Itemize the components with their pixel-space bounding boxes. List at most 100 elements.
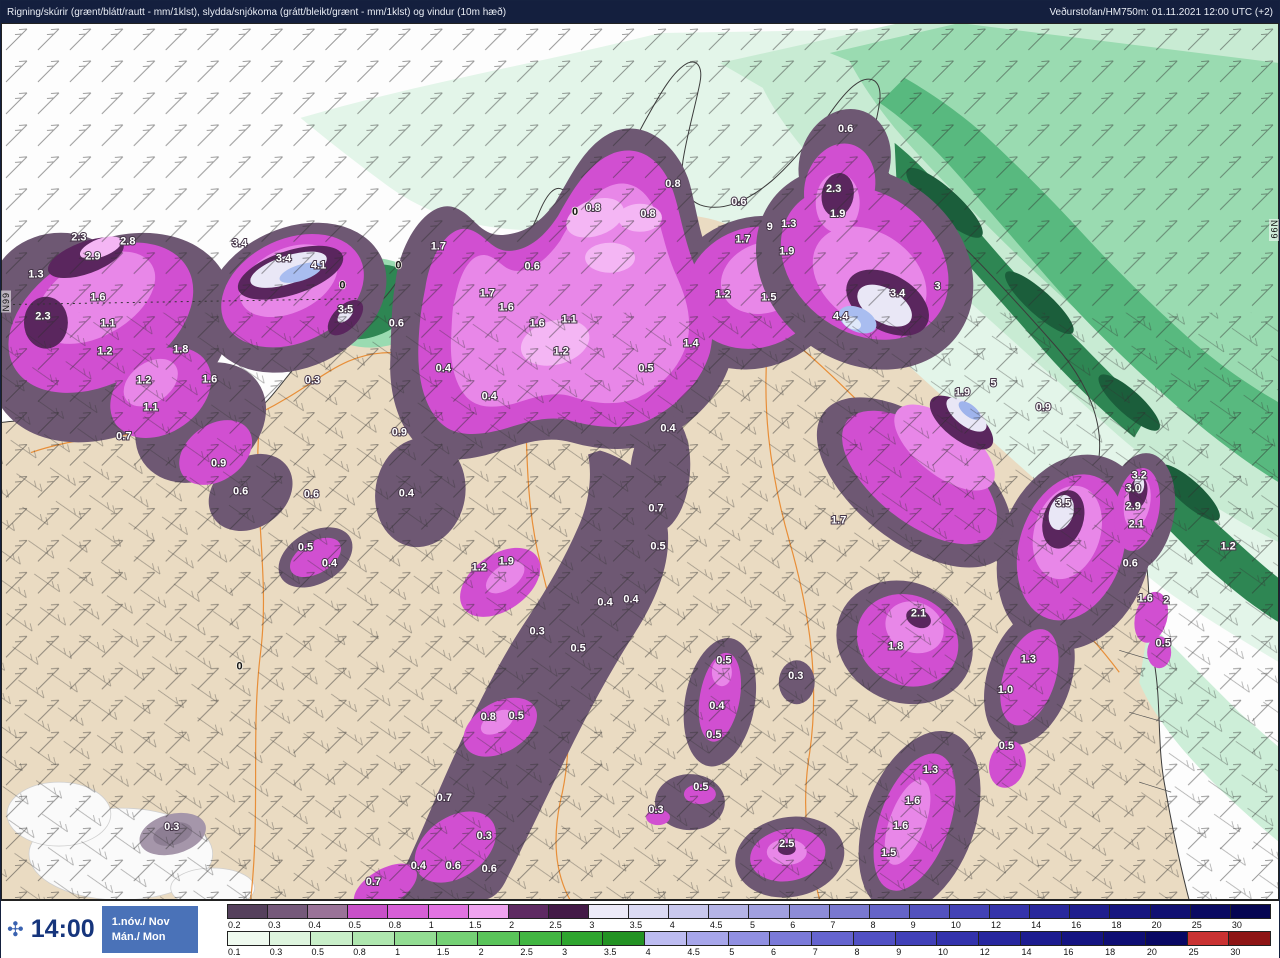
precip-value-label: 0.7 xyxy=(116,431,131,443)
legend-color-cell xyxy=(869,905,910,918)
legend-color-cell xyxy=(394,932,437,945)
precip-value-label: 0.4 xyxy=(411,860,427,872)
precip-value-label: 0.5 xyxy=(570,642,585,654)
precip-value-label: 2.5 xyxy=(779,838,794,850)
precip-value-label: 0.5 xyxy=(706,729,721,741)
legend-color-cell xyxy=(1187,932,1230,945)
legend-tick-label: 0.2 xyxy=(228,920,241,930)
legend-tick-label: 12 xyxy=(979,947,990,957)
precip-value-label: 0.3 xyxy=(477,830,492,842)
precip-value-label: 4.4 xyxy=(833,311,849,323)
legend-tick-label: 10 xyxy=(938,947,949,957)
legend-color-cell xyxy=(603,932,646,945)
legend-tick-label: 10 xyxy=(950,920,961,930)
legend-color-cell xyxy=(949,905,991,918)
precip-value-label: 0.5 xyxy=(1156,637,1171,649)
legend-tick-label: 6 xyxy=(770,947,776,957)
precip-value-label: 1.3 xyxy=(28,269,43,281)
precip-value-label: 1.8 xyxy=(173,344,188,356)
precip-value-label: 3.4 xyxy=(232,238,248,250)
precip-value-label: 0.6 xyxy=(731,196,746,208)
precip-value-label: 3.4 xyxy=(276,253,292,265)
legend-tick-label: 8 xyxy=(870,920,876,930)
legend-tick-label: 14 xyxy=(1031,920,1042,930)
precip-value-label: 0.5 xyxy=(298,541,313,553)
precip-value-label: 0.5 xyxy=(999,740,1014,752)
legend-color-cell xyxy=(1230,905,1270,918)
precip-value-label: 1.6 xyxy=(905,795,920,807)
legend-tick-label: 4 xyxy=(645,947,651,957)
precip-value-label: 3.4 xyxy=(890,288,906,300)
precip-value-label: 1.6 xyxy=(202,374,217,386)
precip-value-label: 0.4 xyxy=(399,487,415,499)
precip-value-label: 0.5 xyxy=(650,540,665,552)
legend-color-cell xyxy=(1070,905,1111,918)
legend-tick-label: 1.5 xyxy=(436,947,450,957)
legend-tick-label: 0.5 xyxy=(348,920,361,930)
precip-value-label: 9 xyxy=(767,221,773,233)
legend-tick-label: 0.5 xyxy=(311,947,325,957)
legend-tick-label: 1 xyxy=(428,920,434,930)
precip-value-label: 3.5 xyxy=(1056,497,1071,509)
precip-value-label: 0.4 xyxy=(660,423,676,435)
precip-value-label: 2.1 xyxy=(1129,518,1144,530)
rain-scale-labels: 0.1 0.3 0.5 0.8 1 1.5 2 2.5 3 3.5 4 4.5 5 6 7 8 9 10 12 14 1… xyxy=(227,946,1271,958)
sleet-snow-scale-bar xyxy=(227,904,1271,919)
precip-value-label: 1.9 xyxy=(499,555,514,567)
precip-value-label: 1.3 xyxy=(1021,653,1036,665)
precip-value-label: 1.0 xyxy=(998,684,1013,696)
precip-value-label: 0.6 xyxy=(482,863,497,875)
precip-value-label: 2.9 xyxy=(85,251,100,263)
model-run-timestamp: Veðurstofan/HM750m: 01.11.2021 12:00 UTC… xyxy=(1049,6,1273,18)
legend-color-cell xyxy=(561,932,604,945)
legend-color-cell xyxy=(829,905,870,918)
precip-value-label: 0.8 xyxy=(640,208,655,220)
legend-tick-label: 4.5 xyxy=(687,947,700,957)
legend-color-cell xyxy=(1030,905,1071,918)
precip-value-label: 0.4 xyxy=(436,363,452,375)
precip-value-label: 1.2 xyxy=(136,375,151,387)
legend-color-cell xyxy=(669,905,710,918)
footer-bar: ✣ 14:00 1.nóv./ Nov Mán./ Mon 0.2 0.3 0.4 0… xyxy=(1,901,1279,958)
legend-color-cell xyxy=(686,932,729,945)
precip-value-label: 0.6 xyxy=(838,123,853,135)
precip-value-label: 1.6 xyxy=(1138,592,1153,604)
legend-color-cell xyxy=(909,905,950,918)
precip-value-label: 1.3 xyxy=(923,764,938,776)
weather-map-canvas: 1.3 2.3 2.9 2.8 2.3 1.6 1.1 1.2 1.8 1.2 1.6 1.1 0.7 0… xyxy=(1,23,1279,900)
precip-value-label: 2.3 xyxy=(71,232,86,244)
precip-value-label: 5 xyxy=(990,378,996,390)
compass-icon: ✣ xyxy=(7,918,24,941)
precip-value-label: 0.3 xyxy=(164,821,179,833)
legend-tick-label: 0.1 xyxy=(228,947,241,957)
precip-value-label: 0.9 xyxy=(1036,402,1051,414)
wind-barbs-layer-2 xyxy=(1,312,1279,900)
precip-value-label: 1.3 xyxy=(781,218,796,230)
legend-tick-label: 0.8 xyxy=(353,947,366,957)
legend-color-cell xyxy=(268,905,309,918)
legend-color-cell xyxy=(645,932,687,945)
precip-value-label: 0.7 xyxy=(366,876,381,888)
precip-value-label: 2.3 xyxy=(826,183,841,195)
legend-tick-label: 14 xyxy=(1021,947,1032,957)
legend-tick-label: 18 xyxy=(1105,947,1116,957)
precip-value-label: 1.6 xyxy=(90,292,105,304)
legend-color-cell xyxy=(388,905,429,918)
legend-tick-label: 18 xyxy=(1111,920,1122,930)
precip-value-label: 0.7 xyxy=(648,502,663,514)
legend-tick-label: 3 xyxy=(589,920,595,930)
precip-value-label: 0.7 xyxy=(437,792,452,804)
legend-color-cell xyxy=(990,905,1031,918)
precip-value-label: 4.1 xyxy=(311,260,326,272)
precip-value-label: 0.9 xyxy=(211,457,226,469)
legend-color-cell xyxy=(1110,905,1151,918)
precip-value-label: 3 xyxy=(934,281,940,293)
time-panel: ✣ 14:00 1.nóv./ Nov Mán./ Mon xyxy=(1,901,227,958)
legend-tick-label: 16 xyxy=(1071,920,1082,930)
precip-value-label: 1.1 xyxy=(561,314,576,326)
sleet-snow-scale-labels: 0.2 0.3 0.4 0.5 0.8 1 1.5 2 2.5 3 3.5 4 4.5 5 6 7 8 9 10 12… xyxy=(227,919,1271,931)
precip-value-label: 0.5 xyxy=(693,781,708,793)
legend-color-cell xyxy=(520,932,562,945)
title-bar: Rigning/skúrir (grænt/blátt/rautt - mm/1… xyxy=(1,1,1279,23)
precip-value-label: 1.7 xyxy=(431,241,446,253)
